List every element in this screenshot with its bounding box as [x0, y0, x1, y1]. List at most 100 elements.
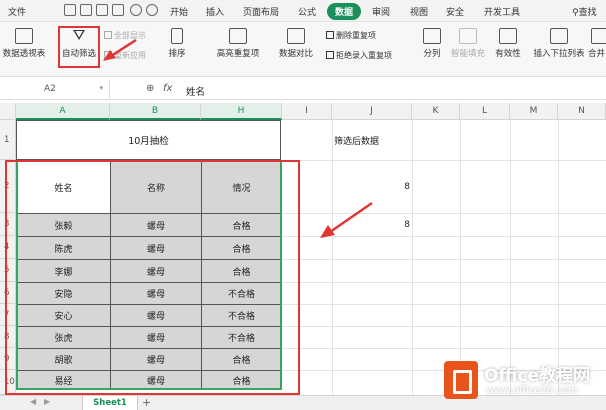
- menu-bar: 文件 开始 插入 页面布局 公式 数据 审阅 视图 安全 开发工具 ⚲查找: [0, 0, 606, 22]
- table-cell[interactable]: 合格: [201, 370, 282, 390]
- sheet-title-cell[interactable]: 10月抽检: [16, 120, 281, 160]
- text-to-columns-button[interactable]: 分列: [419, 28, 445, 59]
- table-header-status[interactable]: 情况: [201, 160, 282, 214]
- table-cell[interactable]: 螺母: [110, 259, 202, 283]
- table-cell[interactable]: 张虎: [16, 326, 111, 349]
- tab-insert[interactable]: 插入: [206, 5, 224, 18]
- sort-button[interactable]: 排序: [162, 28, 192, 59]
- col-header-b[interactable]: B: [110, 103, 201, 120]
- table-cell[interactable]: 合格: [201, 213, 282, 237]
- row-header-10[interactable]: 10: [0, 370, 16, 395]
- tab-review[interactable]: 审阅: [372, 5, 390, 18]
- nav-right-icon[interactable]: ▶: [44, 397, 50, 406]
- data-compare-button[interactable]: 数据对比: [272, 28, 320, 59]
- table-cell[interactable]: 不合格: [201, 326, 282, 349]
- remove-duplicates-button[interactable]: 删除重复项: [326, 30, 376, 41]
- file-menu[interactable]: 文件: [8, 5, 26, 18]
- undo-icon[interactable]: [130, 4, 142, 16]
- tab-view[interactable]: 视图: [410, 5, 428, 18]
- tab-home[interactable]: 开始: [170, 5, 188, 18]
- table-cell[interactable]: 螺母: [110, 370, 202, 390]
- table-cell[interactable]: 不合格: [201, 282, 282, 305]
- table-cell[interactable]: 陈虎: [16, 236, 111, 260]
- highlight-duplicates-icon: [229, 28, 247, 44]
- table-cell[interactable]: 李娜: [16, 259, 111, 283]
- col-header-i[interactable]: I: [282, 103, 332, 120]
- reject-duplicates-button[interactable]: 拒绝录入重复项: [326, 50, 392, 61]
- arrow-annotation-table: [320, 201, 373, 238]
- row-header-3[interactable]: 3: [0, 213, 16, 236]
- search-label: 查找: [578, 8, 597, 18]
- table-cell[interactable]: 张毅: [16, 213, 111, 237]
- sort-icon: [171, 28, 183, 44]
- fx-icon[interactable]: fx: [163, 83, 172, 94]
- row-header-5[interactable]: 5: [0, 259, 16, 282]
- add-sheet-icon[interactable]: +: [142, 396, 151, 409]
- row-header-9[interactable]: 9: [0, 348, 16, 370]
- pivot-table-button[interactable]: 数据透视表: [0, 28, 48, 59]
- save-icon[interactable]: [64, 4, 76, 16]
- smart-fill-button[interactable]: 智能填充: [446, 28, 490, 59]
- row-header-1[interactable]: 1: [0, 120, 16, 160]
- nav-left-icon[interactable]: ◀: [30, 397, 36, 406]
- select-all-corner[interactable]: [0, 103, 16, 120]
- insert-dropdown-button[interactable]: 插入下拉列表: [530, 28, 588, 59]
- row-header-8[interactable]: 8: [0, 326, 16, 348]
- table-cell[interactable]: 合格: [201, 259, 282, 283]
- row-header-6[interactable]: 6: [0, 282, 16, 304]
- col-header-k[interactable]: K: [412, 103, 460, 120]
- table-cell[interactable]: 易经: [16, 370, 111, 390]
- row-header-4[interactable]: 4: [0, 236, 16, 259]
- table-cell[interactable]: 不合格: [201, 304, 282, 327]
- print-icon[interactable]: [96, 4, 108, 16]
- table-cell[interactable]: 螺母: [110, 348, 202, 371]
- highlight-duplicates-button[interactable]: 高亮重复项: [212, 28, 264, 59]
- gridline: [412, 120, 413, 395]
- table-cell[interactable]: 螺母: [110, 282, 202, 305]
- tab-developer[interactable]: 开发工具: [484, 5, 520, 18]
- preview-icon[interactable]: [112, 4, 124, 16]
- table-cell[interactable]: 螺母: [110, 213, 202, 237]
- table-cell[interactable]: 合格: [201, 348, 282, 371]
- table-cell[interactable]: 螺母: [110, 236, 202, 260]
- row-header-7[interactable]: 7: [0, 304, 16, 326]
- zoom-icon[interactable]: ⊕: [146, 83, 154, 94]
- filtered-count-value: 8: [404, 219, 410, 230]
- header-label: 情况: [232, 183, 251, 194]
- tab-security[interactable]: 安全: [446, 5, 464, 18]
- sort-label: 排序: [168, 49, 186, 59]
- remove-duplicates-label: 删除重复项: [336, 31, 376, 40]
- redo-icon[interactable]: [146, 4, 158, 16]
- name-box[interactable]: A2 ▾: [0, 80, 110, 99]
- validity-button[interactable]: 有效性: [490, 28, 526, 59]
- search-button[interactable]: ⚲查找: [572, 5, 597, 18]
- col-header-h[interactable]: H: [201, 103, 282, 120]
- table-cell[interactable]: 安隐: [16, 282, 111, 305]
- tab-page-layout[interactable]: 页面布局: [243, 5, 279, 18]
- tab-data[interactable]: 数据: [327, 3, 362, 20]
- table-cell[interactable]: 安心: [16, 304, 111, 327]
- col-header-m[interactable]: M: [510, 103, 558, 120]
- cell-j1[interactable]: 筛选后数据: [332, 120, 412, 160]
- gridline: [510, 120, 511, 395]
- chevron-down-icon[interactable]: ▾: [99, 84, 103, 92]
- reject-duplicates-icon: [326, 51, 334, 59]
- reject-duplicates-label: 拒绝录入重复项: [336, 51, 392, 60]
- col-header-a[interactable]: A: [16, 103, 110, 120]
- sheet-tab-sheet1[interactable]: Sheet1: [82, 396, 138, 410]
- col-header-l[interactable]: L: [460, 103, 510, 120]
- merge-button[interactable]: 合并: [588, 28, 606, 59]
- export-icon[interactable]: [80, 4, 92, 16]
- table-cell[interactable]: 合格: [201, 236, 282, 260]
- tab-formulas[interactable]: 公式: [298, 5, 316, 18]
- table-header-product[interactable]: 名称: [110, 160, 202, 214]
- table-cell[interactable]: 螺母: [110, 304, 202, 327]
- row-header-2[interactable]: 2: [0, 160, 16, 213]
- formula-bar: A2 ▾ ⊕ fx 姓名: [0, 80, 606, 100]
- table-header-name[interactable]: 姓名: [16, 160, 111, 214]
- col-header-j[interactable]: J: [332, 103, 412, 120]
- table-cell[interactable]: 胡歌: [16, 348, 111, 371]
- col-header-n[interactable]: N: [558, 103, 606, 120]
- table-cell[interactable]: 螺母: [110, 326, 202, 349]
- formula-input[interactable]: 姓名: [186, 84, 205, 98]
